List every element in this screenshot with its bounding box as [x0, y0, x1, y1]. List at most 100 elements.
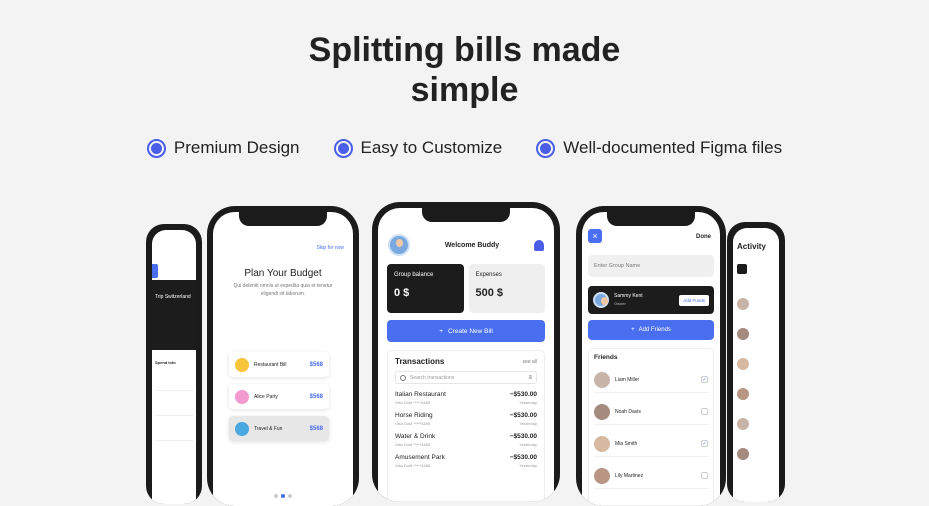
activity-title: Activity	[737, 242, 766, 251]
transaction-row[interactable]: Water & Drink Visa Gold *****4485 −$530.0…	[395, 433, 537, 447]
transaction-name: Horse Riding	[395, 412, 433, 419]
skip-link[interactable]: Skip for now	[316, 245, 344, 251]
friend-name: Noah Davis	[615, 408, 641, 415]
close-button[interactable]: ×	[588, 229, 602, 243]
globe-icon	[235, 421, 249, 436]
filter-icon[interactable]: ≡	[528, 375, 532, 381]
group-name-input[interactable]: Enter Group Name	[588, 255, 714, 277]
transaction-date: Yesterday	[519, 400, 537, 405]
trip-title: Trip Switzerland	[155, 294, 191, 300]
avatar	[737, 388, 749, 400]
feature-list: Premium Design Easy to Customize Well-do…	[0, 138, 929, 158]
avatar	[594, 371, 610, 388]
group-owner-card: Sammy Kent Owner Add Funds	[588, 286, 714, 314]
checkbox[interactable]: ✓	[701, 440, 708, 447]
plus-icon: +	[631, 327, 635, 333]
transaction-amount: −$530.00	[509, 433, 537, 440]
create-bill-button[interactable]: + Create New Bill	[387, 320, 545, 342]
phone-new-group: × Done Enter Group Name Sammy Kent Owner …	[576, 206, 726, 506]
friend-row[interactable]: Liam Miller ✓	[594, 367, 708, 393]
back-button[interactable]	[152, 264, 158, 278]
search-icon	[400, 374, 406, 381]
avatar	[737, 328, 749, 340]
checkbox[interactable]	[701, 408, 708, 415]
bill-amount: $568	[309, 425, 323, 432]
bill-card[interactable]: Alice Party $568	[229, 384, 329, 409]
see-all-link[interactable]: see all	[523, 359, 537, 365]
transaction-name: Italian Restaurant	[395, 391, 446, 398]
friend-name: Lily Martinez	[615, 472, 644, 479]
add-friends-button[interactable]: + Add Friends	[588, 320, 714, 340]
new-group-screen: × Done Enter Group Name Sammy Kent Owner …	[582, 212, 720, 506]
transaction-card: Visa Gold *****4485	[395, 442, 431, 447]
expenses-card[interactable]: Expenses 500 $	[468, 264, 545, 313]
avatar	[737, 448, 749, 460]
trip-screen: Trip Switzerland Spend Info	[152, 230, 196, 504]
transaction-row[interactable]: Horse Riding Visa Gold *****4485 −$530.00…	[395, 412, 537, 426]
transaction-card: Visa Gold *****4485	[395, 463, 431, 468]
group-balance-value: 0 $	[394, 287, 410, 299]
friend-name: Mia Smith	[615, 440, 638, 447]
checkbox[interactable]	[701, 472, 708, 479]
add-friends-label: Add Friends	[638, 327, 671, 333]
phone-trip-screen: Trip Switzerland Spend Info	[146, 224, 202, 504]
owner-role: Owner	[614, 301, 626, 306]
radio-icon	[536, 138, 556, 158]
bill-name: Alice Party	[254, 393, 278, 400]
feature-item: Premium Design	[146, 138, 300, 158]
transaction-amount: −$530.00	[509, 391, 537, 398]
radio-icon	[146, 138, 166, 158]
onboarding-screen: Skip for now Plan Your Budget Qui deleni…	[213, 212, 353, 506]
dashboard-screen: Welcome Buddy Group balance 0 $ Expenses…	[378, 208, 554, 502]
bell-icon[interactable]	[533, 239, 544, 251]
spend-info-title: Spend Info	[155, 360, 176, 365]
bill-name: Travel & Fun	[254, 425, 283, 432]
avatar[interactable]	[388, 234, 410, 256]
bill-card[interactable]: Restaurant Bill $568	[229, 352, 329, 377]
done-button[interactable]: Done	[696, 234, 711, 240]
expenses-value: 500 $	[475, 287, 504, 299]
headline-line-2: simple	[410, 71, 519, 109]
group-balance-card[interactable]: Group balance 0 $	[387, 264, 464, 313]
activity-screen: Activity	[733, 228, 779, 502]
checkbox[interactable]: ✓	[701, 376, 708, 383]
avatar	[737, 418, 749, 430]
plan-description: Qui deleniti omnis ut expedita quia et t…	[233, 283, 333, 297]
friend-name: Liam Miller	[615, 376, 640, 383]
avatar	[594, 467, 610, 484]
avatar	[594, 435, 610, 452]
avatar	[593, 292, 609, 308]
bill-card[interactable]: Travel & Fun $568	[229, 416, 329, 441]
avatar	[737, 298, 749, 310]
welcome-title: Welcome Buddy	[444, 241, 500, 249]
feature-label: Well-documented Figma files	[563, 138, 783, 157]
dashboard-header: Welcome Buddy	[388, 234, 544, 256]
receipt-icon	[235, 357, 249, 372]
bill-amount: $568	[309, 361, 323, 368]
feature-item: Easy to Customize	[333, 138, 502, 158]
radio-icon	[333, 138, 353, 158]
plan-title: Plan Your Budget	[244, 268, 322, 279]
friend-row[interactable]: Mia Smith ✓	[594, 431, 708, 457]
transaction-row[interactable]: Italian Restaurant Visa Gold *****4485 −$…	[395, 391, 537, 405]
transactions-panel: Transactions see all Search transactions…	[387, 350, 545, 502]
headline-line-1: Splitting bills made	[308, 31, 621, 69]
avatar	[594, 403, 610, 420]
bill-amount: $568	[309, 393, 323, 400]
transaction-row[interactable]: Amusement Park Visa Gold *****4485 −$530.…	[395, 454, 537, 468]
balance-cards: Group balance 0 $ Expenses 500 $	[387, 264, 545, 313]
transaction-date: Yesterday	[519, 442, 537, 447]
group-balance-label: Group balance	[394, 272, 434, 278]
friend-row[interactable]: Noah Davis	[594, 399, 708, 425]
headline: Splitting bills made simple	[0, 30, 929, 110]
transaction-card: Visa Gold *****4485	[395, 421, 431, 426]
search-input[interactable]: Search transactions ≡	[395, 371, 537, 384]
add-funds-button[interactable]: Add Funds	[679, 294, 709, 306]
friends-title: Friends	[594, 354, 618, 361]
feature-item: Well-documented Figma files	[536, 138, 782, 158]
transaction-name: Amusement Park	[395, 454, 445, 461]
tab-all[interactable]	[737, 264, 747, 274]
transaction-amount: −$530.00	[509, 454, 537, 461]
friend-row[interactable]: Lily Martinez	[594, 463, 708, 489]
party-icon	[235, 389, 249, 404]
